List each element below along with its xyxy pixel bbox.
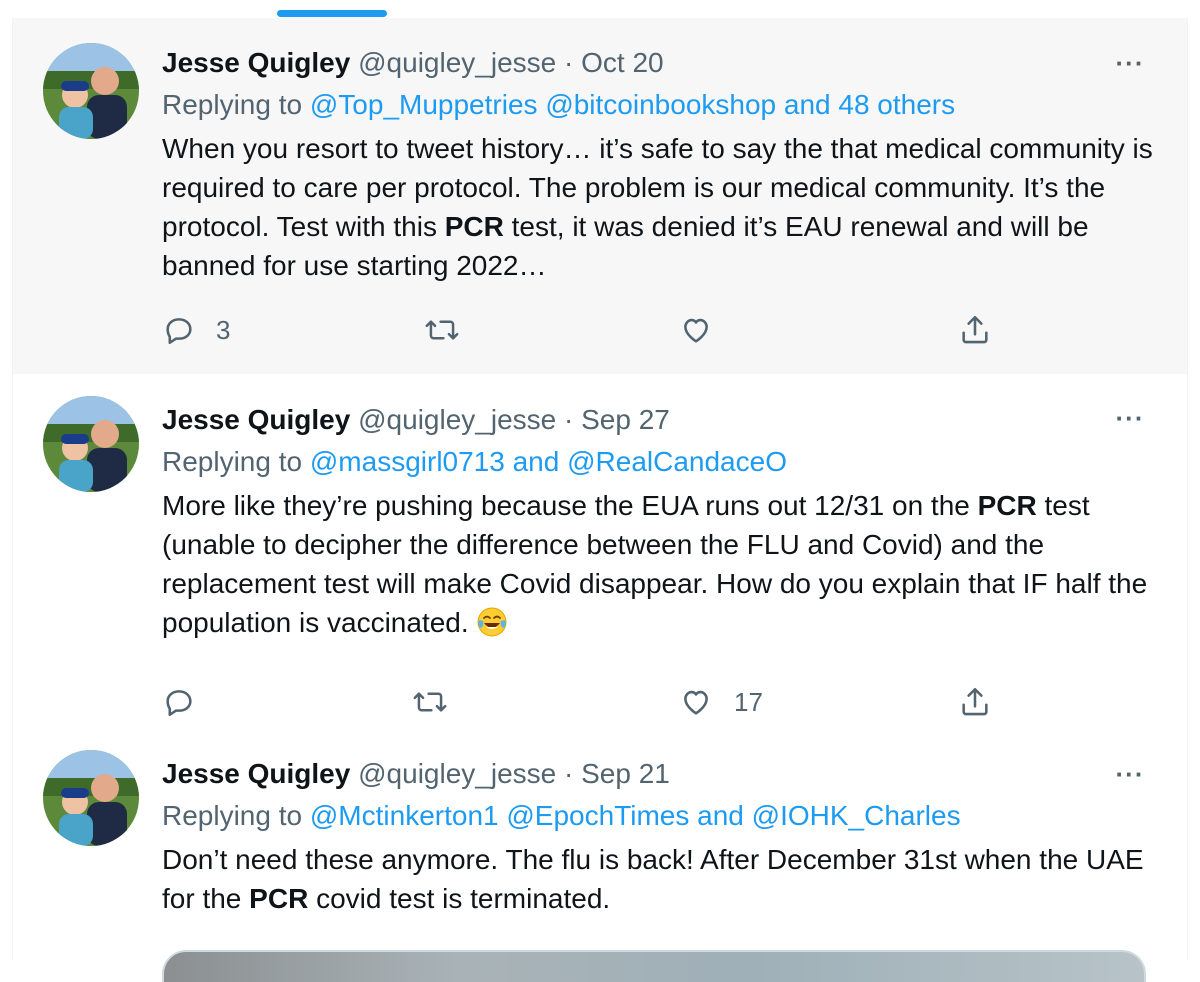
avatar[interactable] — [43, 43, 139, 139]
author-handle[interactable]: @quigley_jesse — [358, 404, 556, 435]
tweet-actions: 3 — [162, 310, 1012, 350]
share-button[interactable] — [958, 310, 992, 350]
share-button[interactable] — [958, 682, 992, 722]
mention-link[interactable]: @EpochTimes — [506, 800, 689, 831]
retweet-icon — [425, 320, 459, 340]
replying-to: Replying to @Mctinkerton1 @EpochTimes an… — [162, 794, 1157, 838]
mention-joiner: and — [697, 800, 744, 831]
tweet-header: Jesse Quigley @quigley_jesse · Sep 21 — [162, 754, 1157, 794]
tweet-body: Jesse Quigley @quigley_jesse · Sep 21 Re… — [162, 754, 1157, 918]
mention-link[interactable]: @massgirl0713 — [310, 446, 505, 477]
separator-dot: · — [564, 758, 574, 789]
reply-count: 3 — [216, 314, 231, 345]
retweet-icon — [413, 692, 447, 712]
author-name[interactable]: Jesse Quigley — [162, 404, 350, 435]
replying-to: Replying to @massgirl0713 and @RealCanda… — [162, 440, 1157, 484]
tweet-header: Jesse Quigley @quigley_jesse · Sep 27 — [162, 400, 1157, 440]
avatar[interactable] — [43, 396, 139, 492]
replying-label: Replying to — [162, 446, 303, 477]
text-part: More like they’re pushing because the EU… — [162, 490, 978, 521]
text-bold: PCR — [444, 211, 504, 242]
tweet-text: When you resort to tweet history… it’s s… — [162, 129, 1157, 285]
mention-link[interactable]: @Mctinkerton1 — [310, 800, 499, 831]
reply-button[interactable] — [162, 682, 216, 722]
replying-label: Replying to — [162, 89, 303, 120]
share-icon — [962, 687, 988, 716]
tweet[interactable]: ··· Jesse Quigley @quigley_jesse · Sep 2… — [13, 728, 1187, 982]
others-link[interactable]: and 48 others — [784, 89, 955, 120]
like-button[interactable] — [678, 310, 734, 350]
tweet-date[interactable]: Sep 27 — [581, 404, 670, 435]
tweet-body: Jesse Quigley @quigley_jesse · Oct 20 Re… — [162, 43, 1157, 285]
tweet-text: Don’t need these anymore. The flu is bac… — [162, 840, 1157, 918]
tears-of-joy-emoji — [477, 607, 507, 637]
replying-to: Replying to @Top_Muppetries @bitcoinbook… — [162, 83, 1157, 127]
like-icon — [684, 690, 708, 715]
retweet-button[interactable] — [412, 682, 468, 722]
active-tab-indicator — [277, 10, 387, 17]
author-name[interactable]: Jesse Quigley — [162, 47, 350, 78]
tweet[interactable]: ··· Jesse Quigley @quigley_jesse · Sep 2… — [13, 374, 1187, 729]
like-count: 17 — [734, 686, 763, 717]
text-part: covid test is terminated. — [308, 883, 611, 914]
replying-label: Replying to — [162, 800, 303, 831]
tweet-feed: · · · Jesse Quigley @quigley_jesse · Oct 2… — [12, 18, 1188, 982]
share-icon — [962, 315, 988, 344]
separator-dot: · — [564, 47, 574, 78]
reply-button[interactable]: 3 — [162, 310, 230, 350]
avatar-image — [43, 396, 139, 492]
separator-dot: · — [564, 404, 574, 435]
like-icon — [684, 318, 708, 343]
author-handle[interactable]: @quigley_jesse — [358, 47, 556, 78]
reply-icon — [166, 690, 192, 717]
tweet-date[interactable]: Oct 20 — [581, 47, 663, 78]
tweet-text: More like they’re pushing because the EU… — [162, 486, 1157, 642]
tweet[interactable]: ··· Jesse Quigley @quigley_jesse · Oct 2… — [13, 18, 1187, 375]
mention-link[interactable]: @IOHK_Charles — [752, 800, 961, 831]
retweet-button[interactable] — [424, 310, 480, 350]
mention-link[interactable]: @Top_Muppetries — [310, 89, 538, 120]
avatar[interactable] — [43, 750, 139, 846]
mention-link[interactable]: @RealCandaceO — [567, 446, 787, 477]
avatar-image — [43, 43, 139, 139]
mention-joiner: and — [512, 446, 560, 477]
tweet-body: Jesse Quigley @quigley_jesse · Sep 27 Re… — [162, 400, 1157, 642]
text-bold: PCR — [249, 883, 309, 914]
text-bold: PCR — [977, 490, 1037, 521]
tweet-actions: 17 — [162, 682, 1012, 722]
author-name[interactable]: Jesse Quigley — [162, 758, 350, 789]
like-button[interactable]: 17 — [678, 682, 763, 722]
reply-icon — [166, 318, 192, 345]
tweet-header: Jesse Quigley @quigley_jesse · Oct 20 — [162, 43, 1157, 83]
tweet-date[interactable]: Sep 21 — [581, 758, 670, 789]
media-attachment[interactable] — [162, 950, 1146, 982]
mention-link[interactable]: @bitcoinbookshop — [545, 89, 776, 120]
author-handle[interactable]: @quigley_jesse — [358, 758, 556, 789]
avatar-image — [43, 750, 139, 846]
